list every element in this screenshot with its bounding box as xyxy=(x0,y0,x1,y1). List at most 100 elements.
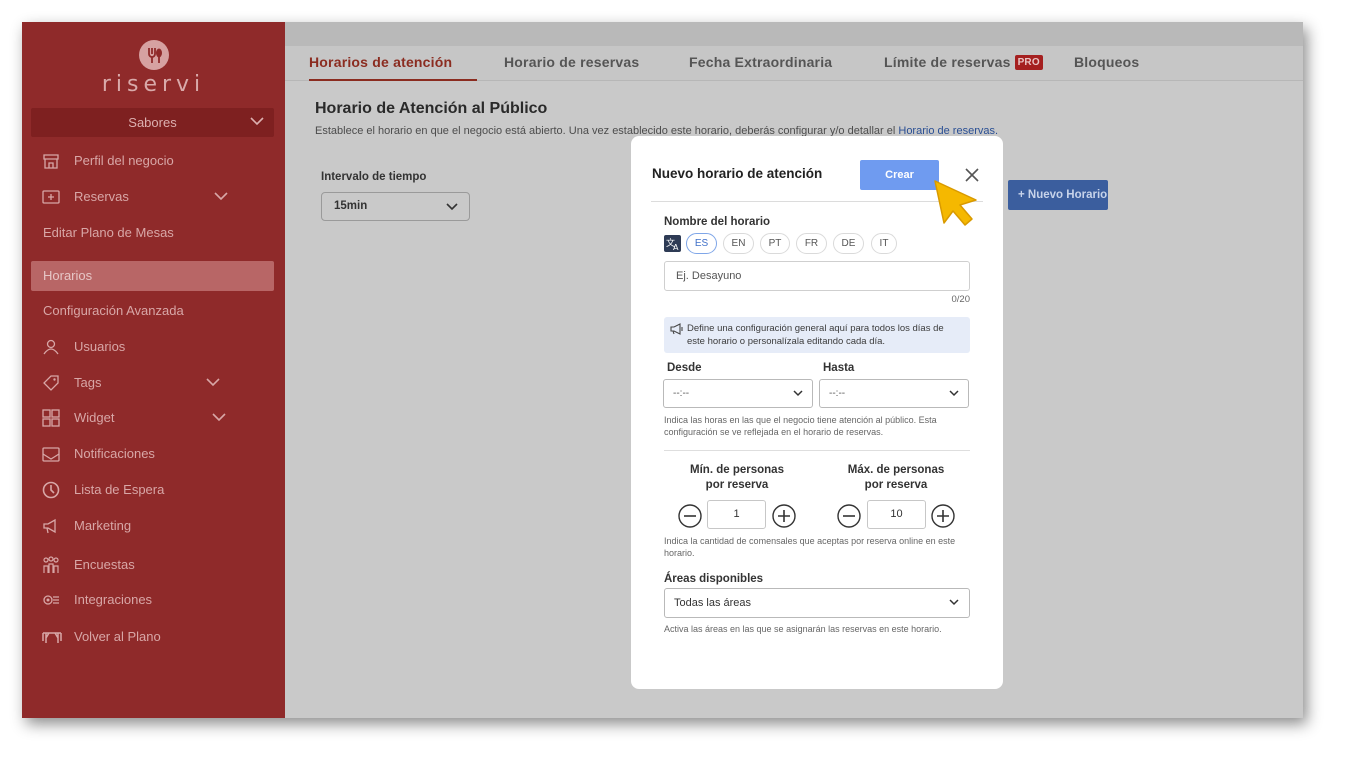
interval-select[interactable]: 15min xyxy=(321,192,470,221)
min-people-label-line1: Mín. de personas xyxy=(690,464,784,476)
plus-icon: + xyxy=(1018,189,1028,201)
sidebar-item-marketing[interactable]: Marketing xyxy=(31,511,274,541)
tab-horario-reservas[interactable]: Horario de reservas xyxy=(504,46,639,81)
name-char-counter: 0/20 xyxy=(951,294,971,305)
to-time-select[interactable]: --:-- xyxy=(819,379,969,408)
max-decrement-icon[interactable] xyxy=(837,504,861,528)
sidebar-item-label: Reservas xyxy=(74,189,129,204)
sidebar-item-label: Widget xyxy=(74,410,115,425)
from-label: Desde xyxy=(667,362,702,374)
lang-en[interactable]: EN xyxy=(723,233,754,254)
brand-name: riservi xyxy=(101,72,206,97)
chevron-down-icon xyxy=(446,203,458,211)
sidebar-item-horarios[interactable]: Horarios xyxy=(31,261,274,291)
sidebar-item-label: Integraciones xyxy=(74,592,153,607)
sidebar-item-usuarios[interactable]: Usuarios xyxy=(31,332,274,362)
store-selector[interactable]: Sabores xyxy=(31,108,274,137)
areas-value: Todas las áreas xyxy=(674,597,752,609)
fork-logo-icon xyxy=(138,40,169,70)
sidebar-item-notificaciones[interactable]: Notificaciones xyxy=(31,439,274,469)
sidebar-item-label: Notificaciones xyxy=(74,446,155,461)
max-increment-icon[interactable] xyxy=(931,504,955,528)
from-time-value: --:-- xyxy=(673,388,690,399)
tab-bar: Horarios de atención Horario de reservas… xyxy=(285,46,1303,81)
create-button[interactable]: Crear xyxy=(860,160,939,190)
page-title: Horario de Atención al Público xyxy=(315,100,548,117)
max-people-label-line1: Máx. de personas xyxy=(847,464,945,476)
tab-limite-reservas[interactable]: Límite de reservas PRO xyxy=(884,46,1043,81)
areas-label: Áreas disponibles xyxy=(664,573,764,585)
to-label: Hasta xyxy=(823,362,855,374)
svg-text:A: A xyxy=(673,243,679,252)
sidebar-item-encuestas[interactable]: Encuestas xyxy=(31,550,274,580)
sidebar-item-label: Horarios xyxy=(43,268,93,283)
tab-fecha-extraordinaria[interactable]: Fecha Extraordinaria xyxy=(689,46,832,81)
modal-title: Nuevo horario de atención xyxy=(652,166,823,181)
tab-bloqueos[interactable]: Bloqueos xyxy=(1074,46,1139,81)
sidebar: riservi Sabores Perfil del negocio Reser… xyxy=(22,22,285,718)
sidebar-item-volver-plano[interactable]: Volver al Plano xyxy=(31,622,274,652)
sidebar-item-label: Marketing xyxy=(74,518,132,533)
sidebar-item-perfil[interactable]: Perfil del negocio xyxy=(31,146,274,176)
interval-label: Intervalo de tiempo xyxy=(321,171,427,183)
sidebar-item-label: Tags xyxy=(74,375,102,390)
areas-select[interactable]: Todas las áreas xyxy=(664,588,970,618)
max-people-label-line2: por reserva xyxy=(864,479,928,491)
lang-it[interactable]: IT xyxy=(871,233,897,254)
megaphone-icon xyxy=(670,323,683,335)
chevron-down-icon xyxy=(206,378,220,387)
lang-de[interactable]: DE xyxy=(833,233,864,254)
chevron-down-icon xyxy=(949,599,959,606)
section-divider xyxy=(664,450,970,451)
pro-badge: PRO xyxy=(1014,55,1043,70)
tab-label: Límite de reservas xyxy=(884,54,1011,70)
sidebar-item-configuracion[interactable]: Configuración Avanzada xyxy=(31,296,274,326)
min-people-input[interactable]: 1 xyxy=(707,500,766,529)
tab-label: Horario de reservas xyxy=(504,54,640,70)
store-selector-label: Sabores xyxy=(128,115,177,130)
calendar-icon xyxy=(42,190,60,204)
sidebar-item-label: Volver al Plano xyxy=(74,629,161,644)
sidebar-item-label: Perfil del negocio xyxy=(74,153,174,168)
people-hint: Indica la cantidad de comensales que ace… xyxy=(664,536,956,558)
name-label: Nombre del horario xyxy=(664,216,771,228)
from-time-select[interactable]: --:-- xyxy=(663,379,813,408)
schedule-name-input[interactable]: Ej. Desayuno xyxy=(664,261,970,291)
min-increment-icon[interactable] xyxy=(772,504,796,528)
chevron-down-icon xyxy=(214,192,228,201)
min-decrement-icon[interactable] xyxy=(678,504,702,528)
info-box: Define una configuración general aquí pa… xyxy=(664,317,970,353)
sidebar-item-widget[interactable]: Widget xyxy=(31,403,274,433)
sidebar-item-reservas[interactable]: Reservas xyxy=(31,182,274,212)
max-people-input[interactable]: 10 xyxy=(867,500,926,529)
min-people-label-line2: por reserva xyxy=(705,479,769,491)
sidebar-item-lista-espera[interactable]: Lista de Espera xyxy=(31,475,274,505)
logo: riservi xyxy=(22,40,285,97)
min-people-label: Mín. de personas por reserva xyxy=(677,463,797,493)
sidebar-item-editar-plano[interactable]: Editar Plano de Mesas xyxy=(31,218,274,248)
lang-fr[interactable]: FR xyxy=(796,233,827,254)
user-icon xyxy=(43,339,59,355)
table-icon xyxy=(42,632,62,643)
survey-icon xyxy=(43,556,59,573)
to-time-value: --:-- xyxy=(829,388,846,399)
new-schedule-button[interactable]: + Nuevo Horario xyxy=(1008,180,1108,210)
top-bar xyxy=(285,22,1303,46)
sidebar-item-tags[interactable]: Tags xyxy=(31,368,274,398)
lang-es[interactable]: ES xyxy=(686,233,717,254)
chevron-down-icon xyxy=(949,390,959,397)
sidebar-item-label: Editar Plano de Mesas xyxy=(43,225,174,240)
mail-icon xyxy=(42,447,60,462)
tag-icon xyxy=(43,375,59,391)
lang-pt[interactable]: PT xyxy=(760,233,790,254)
areas-hint: Activa las áreas en las que se asignarán… xyxy=(664,624,942,634)
tab-horarios-atencion[interactable]: Horarios de atención xyxy=(309,46,477,81)
info-text: Define una configuración general aquí pa… xyxy=(687,323,944,347)
interval-value: 15min xyxy=(334,200,368,212)
sidebar-item-integraciones[interactable]: Integraciones xyxy=(31,585,274,615)
widget-icon xyxy=(42,409,60,427)
sidebar-item-label: Configuración Avanzada xyxy=(43,303,184,318)
megaphone-icon xyxy=(43,518,56,534)
sidebar-item-label: Usuarios xyxy=(74,339,126,354)
clock-icon xyxy=(42,481,60,499)
